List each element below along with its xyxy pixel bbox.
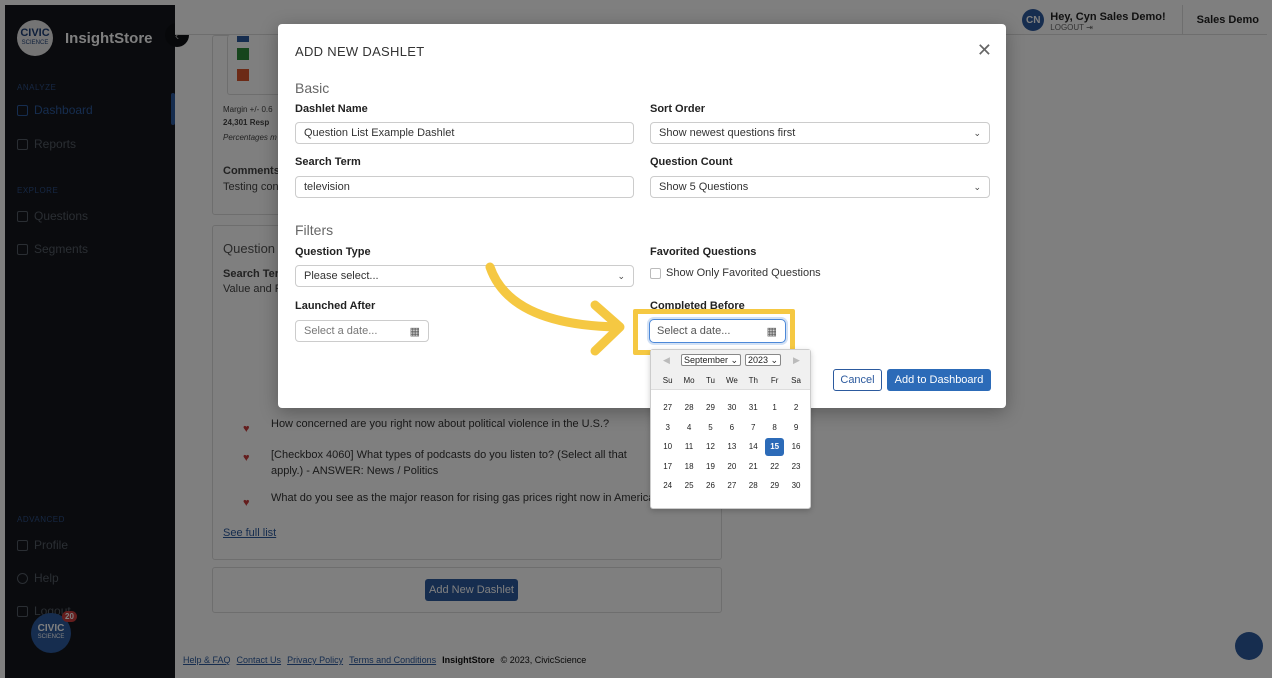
calendar-day[interactable]: 8 (764, 418, 785, 438)
calendar-day[interactable]: 13 (721, 437, 742, 457)
weekday-label: Fr (770, 376, 779, 385)
question-count-label: Question Count (650, 156, 733, 168)
completed-before-date-input[interactable]: Select a date... ▦ (649, 319, 786, 343)
datepicker-header: ◀ September ⌄ 2023 ⌄ ▶ Su Mo Tu We Th Fr Sa (651, 350, 810, 390)
sort-order-select[interactable]: Show newest questions first ⌄ (650, 122, 990, 144)
weekday-label: Sa (791, 376, 801, 385)
calendar-day[interactable]: 22 (764, 457, 785, 477)
completed-before-placeholder: Select a date... (657, 325, 731, 337)
close-icon[interactable]: ✕ (977, 40, 992, 61)
weekday-label: Mo (683, 376, 695, 385)
day-grid: 27 28 29 30 31 1 2 3 4 5 6 7 8 9 10 11 12 13 14 15 16 17 18 19 2… (657, 398, 807, 496)
launched-after-label: Launched After (295, 300, 376, 312)
calendar-day[interactable]: 27 (721, 476, 742, 496)
calendar-day[interactable]: 3 (657, 418, 678, 438)
calendar-day[interactable]: 23 (785, 457, 806, 477)
calendar-day[interactable]: 20 (721, 457, 742, 477)
question-type-label: Question Type (295, 246, 371, 258)
calendar-day[interactable]: 24 (657, 476, 678, 496)
add-to-dashboard-button[interactable]: Add to Dashboard (887, 369, 991, 391)
calendar-day[interactable]: 15 (764, 438, 785, 456)
datepicker: ◀ September ⌄ 2023 ⌄ ▶ Su Mo Tu We Th Fr Sa 27… (650, 349, 811, 509)
question-count-value: Show 5 Questions (659, 181, 749, 193)
prev-month-icon[interactable]: ◀ (663, 355, 670, 366)
calendar-day[interactable]: 10 (657, 437, 678, 457)
chevron-down-icon: ⌄ (973, 127, 981, 138)
launched-after-placeholder: Select a date... (304, 325, 378, 337)
sort-order-value: Show newest questions first (659, 127, 796, 139)
calendar-day[interactable]: 6 (721, 418, 742, 438)
calendar-day[interactable]: 29 (700, 398, 721, 418)
basic-heading: Basic (295, 80, 330, 96)
calendar-day[interactable]: 29 (764, 476, 785, 496)
dashlet-name-field[interactable]: Question List Example Dashlet (295, 122, 634, 144)
weekday-header: Su Mo Tu We Th Fr Sa (657, 376, 807, 385)
calendar-day[interactable]: 11 (678, 437, 699, 457)
weekday-label: We (725, 376, 738, 385)
calendar-day[interactable]: 17 (657, 457, 678, 477)
year-select[interactable]: 2023 ⌄ (745, 354, 782, 366)
calendar-day[interactable]: 18 (678, 457, 699, 477)
calendar-day[interactable]: 16 (785, 437, 806, 457)
calendar-icon: ▦ (409, 325, 420, 338)
launched-after-date-input[interactable]: Select a date... ▦ (295, 320, 429, 342)
search-term-label: Search Term (295, 156, 361, 168)
calendar-icon: ▦ (766, 325, 777, 338)
calendar-day[interactable]: 28 (678, 398, 699, 418)
calendar-day[interactable]: 26 (700, 476, 721, 496)
calendar-day[interactable]: 9 (785, 418, 806, 438)
modal-title: ADD NEW DASHLET (295, 44, 425, 59)
calendar-day[interactable]: 7 (743, 418, 764, 438)
calendar-day[interactable]: 12 (700, 437, 721, 457)
year-value: 2023 (748, 355, 769, 365)
calendar-day[interactable]: 30 (785, 476, 806, 496)
favorited-checkbox-label[interactable]: Show Only Favorited Questions (666, 267, 821, 279)
calendar-day[interactable]: 19 (700, 457, 721, 477)
calendar-day[interactable]: 31 (743, 398, 764, 418)
search-term-value: television (304, 181, 350, 193)
dashlet-name-value: Question List Example Dashlet (304, 127, 455, 139)
favorited-checkbox[interactable] (650, 268, 661, 279)
dashlet-name-label: Dashlet Name (295, 103, 368, 115)
calendar-day[interactable]: 4 (678, 418, 699, 438)
calendar-day[interactable]: 30 (721, 398, 742, 418)
next-month-icon[interactable]: ▶ (793, 355, 800, 366)
weekday-label: Th (748, 376, 758, 385)
question-type-value: Please select... (304, 270, 379, 282)
weekday-label: Su (662, 376, 673, 385)
chevron-down-icon: ⌄ (973, 181, 981, 192)
calendar-day[interactable]: 5 (700, 418, 721, 438)
favorited-label: Favorited Questions (650, 246, 757, 258)
calendar-day[interactable]: 14 (743, 437, 764, 457)
calendar-day[interactable]: 21 (743, 457, 764, 477)
cancel-button[interactable]: Cancel (833, 369, 882, 391)
weekday-label: Tu (705, 376, 715, 385)
tutorial-arrow-icon (485, 262, 625, 356)
month-select[interactable]: September ⌄ (681, 354, 742, 366)
calendar-day[interactable]: 28 (743, 476, 764, 496)
calendar-day[interactable]: 27 (657, 398, 678, 418)
question-count-select[interactable]: Show 5 Questions ⌄ (650, 176, 990, 198)
filters-heading: Filters (295, 222, 334, 238)
calendar-day[interactable]: 25 (678, 476, 699, 496)
calendar-day[interactable]: 1 (764, 398, 785, 418)
sort-order-label: Sort Order (650, 103, 706, 115)
month-value: September (684, 355, 729, 365)
search-term-field[interactable]: television (295, 176, 634, 198)
calendar-day[interactable]: 2 (785, 398, 806, 418)
